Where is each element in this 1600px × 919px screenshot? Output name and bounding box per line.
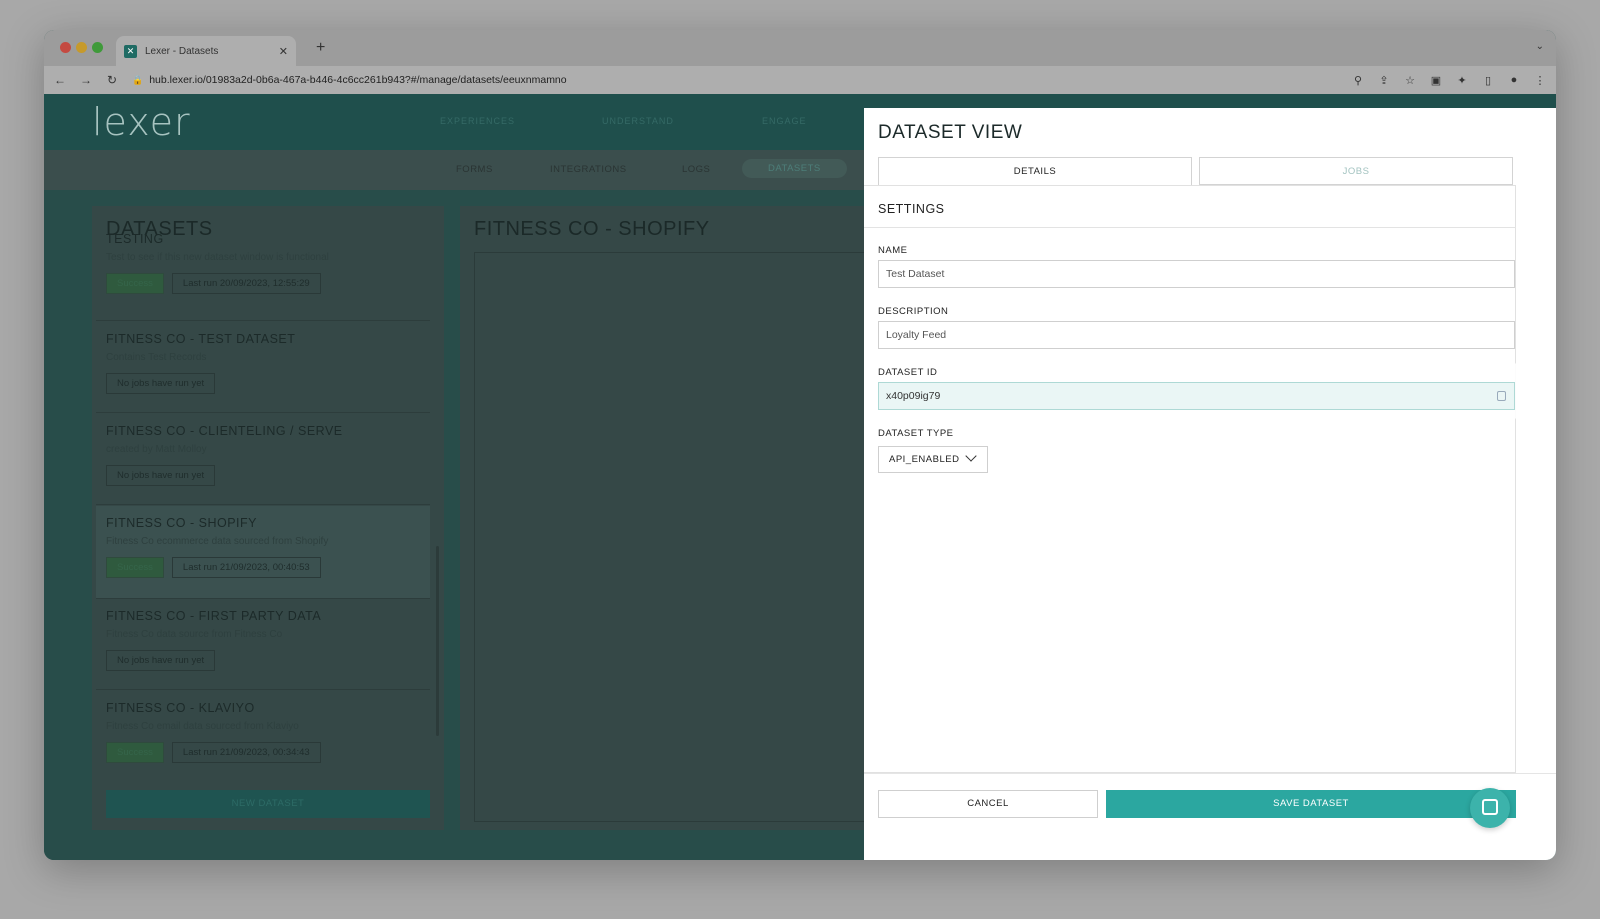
tab-jobs[interactable]: JOBS: [1199, 157, 1513, 185]
browser-tab[interactable]: ✕ Lexer - Datasets ✕: [116, 36, 296, 66]
last-run: No jobs have run yet: [106, 650, 216, 671]
puzzle-icon[interactable]: ✦: [1456, 74, 1468, 87]
subnav-datasets[interactable]: DATASETS: [742, 159, 847, 178]
list-item[interactable]: FITNESS CO - FIRST PARTY DATA Fitness Co…: [106, 609, 430, 671]
dataset-id-label: DATASET ID: [878, 367, 938, 378]
browser-window: ✕ Lexer - Datasets ✕ + ⌄ ← → ↻ 🔒 hub.lex…: [44, 30, 1556, 860]
dataset-type-label: DATASET TYPE: [878, 428, 954, 439]
dataset-id-field[interactable]: x40p09ig79: [878, 382, 1515, 410]
extension-icon[interactable]: ▣: [1430, 74, 1442, 87]
last-run: Last run 20/09/2023, 12:55:29: [171, 273, 321, 294]
browser-toolbar: ← → ↻ 🔒 hub.lexer.io/01983a2d-0b6a-467a-…: [44, 66, 1556, 94]
subnav-integrations[interactable]: INTEGRATIONS: [550, 164, 627, 175]
section-divider: [864, 227, 1516, 228]
star-icon[interactable]: ☆: [1404, 74, 1416, 87]
dataset-view-drawer: DATASET VIEW DETAILS JOBS SETTINGS NAME …: [864, 108, 1556, 860]
last-run: No jobs have run yet: [106, 465, 216, 486]
name-label: NAME: [878, 245, 908, 256]
dataset-desc: Test to see if this new dataset window i…: [106, 252, 329, 263]
divider: [96, 689, 430, 690]
drawer-title: DATASET VIEW: [878, 122, 1023, 143]
kebab-icon[interactable]: ⋮: [1534, 74, 1546, 87]
share-icon[interactable]: ⇪: [1378, 74, 1390, 87]
dataset-name: FITNESS CO - CLIENTELING / SERVE: [106, 424, 343, 438]
lock-icon: 🔒: [132, 74, 144, 85]
subnav-logs[interactable]: LOGS: [682, 164, 710, 175]
chat-icon: [1482, 799, 1498, 815]
reload-icon[interactable]: ↻: [106, 73, 118, 87]
dataset-name: FITNESS CO - SHOPIFY: [106, 516, 257, 530]
divider: [96, 412, 430, 413]
close-window-button[interactable]: [60, 42, 71, 53]
close-icon[interactable]: ✕: [279, 45, 288, 58]
nav-engage[interactable]: ENGAGE: [762, 116, 807, 126]
sidebar-icon[interactable]: ▯: [1482, 74, 1494, 87]
list-item[interactable]: FITNESS CO - TEST DATASET Contains Test …: [106, 332, 430, 394]
dataset-id-value: x40p09ig79: [886, 390, 941, 402]
list-item[interactable]: FITNESS CO - KLAVIYO Fitness Co email da…: [106, 701, 430, 763]
save-dataset-button[interactable]: SAVE DATASET: [1106, 790, 1516, 818]
tab-menu-chevron-icon[interactable]: ⌄: [1536, 41, 1544, 52]
status-badge: Success: [106, 273, 164, 294]
dataset-detail-panel: FITNESS CO - SHOPIFY: [460, 206, 894, 830]
zoom-icon[interactable]: ⚲: [1352, 74, 1364, 87]
app-area: lexer EXPERIENCES UNDERSTAND ENGAGE FORM…: [44, 94, 1556, 860]
name-field[interactable]: Test Dataset: [878, 260, 1515, 288]
divider: [96, 598, 430, 599]
chevron-down-icon: [965, 450, 977, 462]
list-item[interactable]: FITNESS CO - CLIENTELING / SERVE created…: [106, 424, 430, 486]
dataset-desc: Fitness Co email data sourced from Klavi…: [106, 721, 299, 732]
detail-title: FITNESS CO - SHOPIFY: [474, 218, 710, 240]
address-bar[interactable]: 🔒 hub.lexer.io/01983a2d-0b6a-467a-b446-4…: [132, 69, 1352, 91]
status-badge: Success: [106, 742, 164, 763]
chat-launcher-button[interactable]: [1470, 788, 1510, 828]
plus-icon[interactable]: +: [316, 39, 325, 57]
description-label: DESCRIPTION: [878, 306, 949, 317]
dataset-name: FITNESS CO - FIRST PARTY DATA: [106, 609, 322, 623]
profile-icon[interactable]: ●: [1508, 74, 1520, 87]
cancel-button[interactable]: CANCEL: [878, 790, 1098, 818]
tab-strip: ✕ Lexer - Datasets ✕ + ⌄: [44, 30, 1556, 66]
divider: [96, 320, 430, 321]
dataset-desc: created by Matt Molloy: [106, 444, 207, 455]
tab-title: Lexer - Datasets: [145, 45, 219, 57]
description-field[interactable]: Loyalty Feed: [878, 321, 1515, 349]
lexer-logo[interactable]: lexer: [92, 100, 191, 144]
dataset-name: TESTING: [106, 232, 164, 246]
datasets-panel: DATASETS TESTING Test to see if this new…: [92, 206, 444, 830]
nav-experiences[interactable]: EXPERIENCES: [440, 116, 515, 126]
last-run: Last run 21/09/2023, 00:40:53: [171, 557, 321, 578]
dataset-desc: Contains Test Records: [106, 352, 207, 363]
dataset-desc: Fitness Co data source from Fitness Co: [106, 629, 283, 640]
nav-understand[interactable]: UNDERSTAND: [602, 116, 674, 126]
status-badge: Success: [106, 557, 164, 578]
subnav-forms[interactable]: FORMS: [456, 164, 493, 175]
dataset-name: FITNESS CO - KLAVIYO: [106, 701, 255, 715]
detail-content: [474, 252, 894, 822]
forward-icon[interactable]: →: [80, 73, 92, 87]
list-scrollbar[interactable]: [436, 546, 439, 736]
maximize-window-button[interactable]: [92, 42, 103, 53]
dataset-type-select[interactable]: API_ENABLED: [878, 446, 988, 473]
last-run: Last run 21/09/2023, 00:34:43: [171, 742, 321, 763]
divider: [96, 504, 430, 505]
minimize-window-button[interactable]: [76, 42, 87, 53]
copy-icon[interactable]: [1497, 391, 1506, 401]
section-title: SETTINGS: [878, 202, 945, 216]
dataset-desc: Fitness Co ecommerce data sourced from S…: [106, 536, 329, 547]
list-item[interactable]: TESTING Test to see if this new dataset …: [106, 232, 430, 294]
back-icon[interactable]: ←: [54, 73, 66, 87]
dataset-name: FITNESS CO - TEST DATASET: [106, 332, 296, 346]
url-text: hub.lexer.io/01983a2d-0b6a-467a-b446-4c6…: [149, 74, 567, 86]
dataset-type-value: API_ENABLED: [889, 454, 960, 465]
new-dataset-button[interactable]: NEW DATASET: [106, 790, 430, 818]
list-item[interactable]: FITNESS CO - SHOPIFY Fitness Co ecommerc…: [106, 516, 430, 578]
tab-details[interactable]: DETAILS: [878, 157, 1192, 185]
lexer-favicon-icon: ✕: [124, 44, 137, 58]
last-run: No jobs have run yet: [106, 373, 216, 394]
